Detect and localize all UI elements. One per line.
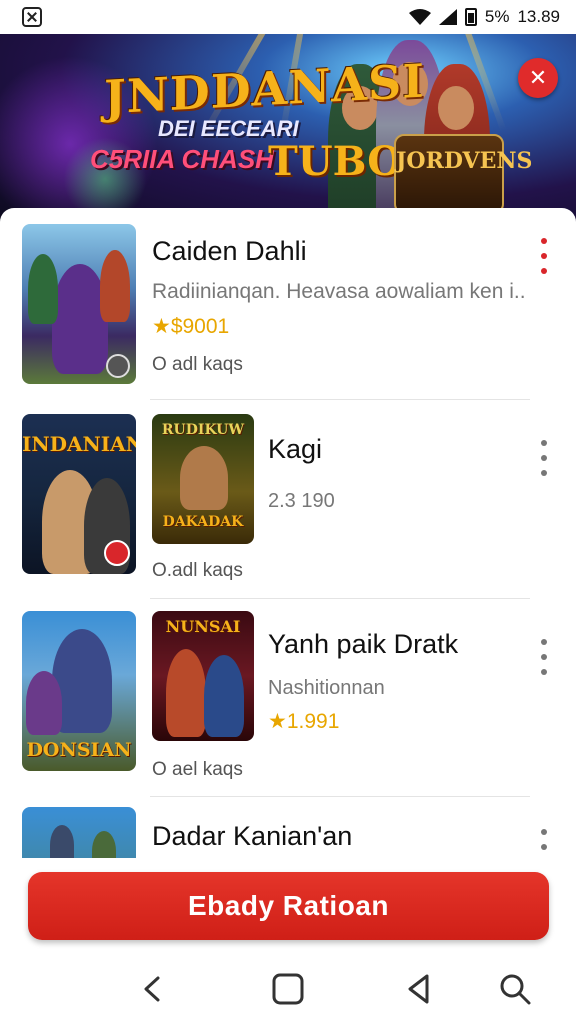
system-nav-bar	[0, 950, 576, 1024]
signal-text: 5%	[484, 7, 510, 26]
list-item[interactable]: DONSIAN NUNSAI Yanh paik Dratk Nashition…	[0, 599, 576, 797]
app-notification-icon	[22, 7, 42, 27]
wifi-icon	[408, 9, 431, 25]
banner-tag-left: C5RIIA CHASH	[90, 144, 274, 174]
more-options-icon[interactable]	[539, 238, 549, 274]
list-item[interactable]: INDANIAN RUDIKUW DAKADAK Kagi 2.3 190 O.…	[0, 400, 576, 598]
item-secondary-thumbnail: RUDIKUW DAKADAK	[152, 414, 254, 544]
status-bar: 5% 13.89	[0, 0, 576, 34]
more-options-icon[interactable]	[539, 829, 549, 858]
item-price: ★$9001	[152, 315, 230, 338]
primary-action-button[interactable]: Ebady Ratioan	[28, 872, 549, 940]
item-price: ★1.991	[268, 710, 340, 733]
item-description: Radiinianqan. Heavasa aowaliam ken i..	[152, 280, 526, 303]
item-thumbnail	[22, 807, 136, 858]
item-meta: O.adl kaqs	[152, 560, 243, 581]
item-meta: O ael kaqs	[152, 759, 243, 780]
back-chevron-icon[interactable]	[136, 972, 170, 1006]
list-item[interactable]: Dadar Kanian'an	[0, 797, 576, 858]
item-thumbnail	[22, 224, 136, 384]
more-options-icon[interactable]	[539, 639, 549, 675]
item-thumbnail: DONSIAN	[22, 611, 136, 771]
search-icon[interactable]	[498, 972, 532, 1006]
close-badge-icon[interactable]: ✕	[518, 58, 558, 98]
status-left	[22, 7, 42, 27]
item-title: Yanh paik Dratk	[268, 629, 459, 659]
battery-icon	[464, 8, 477, 26]
item-description: 2.3 190	[268, 490, 335, 512]
item-title: Caiden Dahli	[152, 236, 307, 266]
clock: 13.89	[517, 7, 560, 26]
item-title: Dadar Kanian'an	[152, 821, 353, 851]
item-thumbnail: INDANIAN	[22, 414, 136, 574]
item-meta: O adl kaqs	[152, 354, 243, 375]
item-secondary-thumbnail: NUNSAI	[152, 611, 254, 741]
home-square-icon[interactable]	[271, 972, 305, 1006]
hero-banner[interactable]: JNDDANASI DEI EECEARI C5RIIA CHASH TUBOE…	[0, 34, 576, 224]
more-options-icon[interactable]	[539, 440, 549, 476]
signal-icon	[438, 9, 457, 25]
recents-triangle-icon[interactable]	[402, 972, 436, 1006]
banner-tag-right: JORDVENS	[394, 134, 532, 214]
game-list: Caiden Dahli Radiinianqan. Heavasa aowal…	[0, 208, 576, 858]
list-item[interactable]: Caiden Dahli Radiinianqan. Heavasa aowal…	[0, 208, 576, 398]
item-description: Nashitionnan	[268, 677, 385, 699]
item-title: Kagi	[268, 434, 323, 464]
status-right: 5% 13.89	[408, 7, 560, 27]
